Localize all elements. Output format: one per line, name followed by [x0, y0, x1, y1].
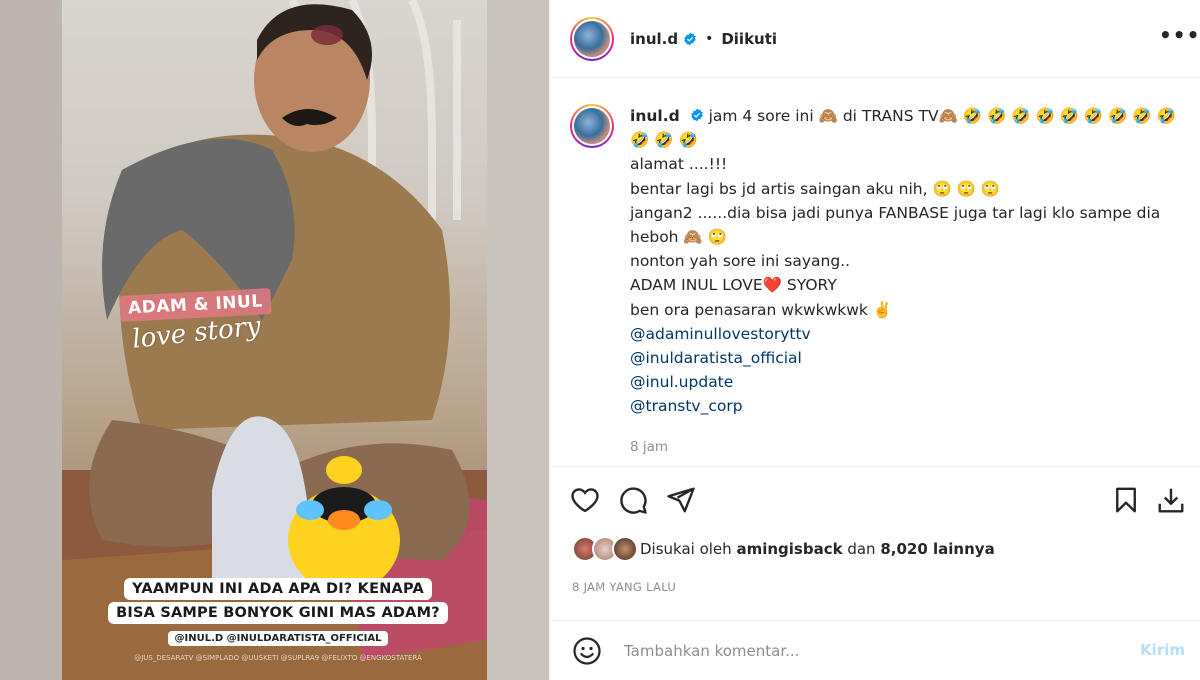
caption-line: nonton yah sore ini sayang.. [630, 252, 851, 271]
likes-summary: Disukai oleh amingisback dan 8,020 lainn… [572, 536, 995, 562]
liker-avatars[interactable] [572, 536, 640, 562]
mention-link[interactable]: @adaminullovestoryttv [630, 322, 1190, 346]
video-caption-tags: @INUL.D @INULDARATISTA_OFFICIAL [168, 631, 388, 646]
caption-line: jam 4 sore ini 🙈 di TRANS TV🙈 🤣 🤣 🤣 🤣 🤣 … [630, 107, 1176, 150]
video-caption: YAAMPUN INI ADA APA DI? KENAPA BISA SAMP… [98, 578, 458, 662]
post-media[interactable]: ADAM & INUL love story YAAMPUN INI ADA A… [0, 0, 549, 680]
comment-icon[interactable] [618, 485, 648, 515]
following-button[interactable]: Diikuti [721, 30, 777, 48]
header-separator: • [705, 30, 714, 47]
mention-link[interactable]: @inul.update [630, 370, 1190, 394]
caption-avatar[interactable] [570, 104, 614, 148]
caption-line: ben ora penasaran wkwkwkwk ✌️ [630, 300, 893, 319]
post-timestamp[interactable]: 8 JAM YANG LALU [572, 580, 676, 594]
comment-input[interactable] [624, 641, 1124, 660]
action-bar [550, 466, 1200, 532]
verified-icon [690, 108, 703, 122]
likes-prefix: Disukai oleh [640, 540, 732, 558]
header-username[interactable]: inul.d [630, 30, 678, 48]
video-caption-credits: @JUS_DESARATV @SIMPLADO @UUSKETI @SUPLRA… [134, 654, 422, 662]
caption-line: ADAM INUL LOVE❤️ SYORY [630, 276, 837, 295]
post-caption: inul.d jam 4 sore ini 🙈 di TRANS TV🙈 🤣 🤣… [570, 104, 1190, 459]
caption-line: alamat ....!!! [630, 155, 728, 174]
avatar[interactable] [570, 16, 614, 61]
video-caption-line-2: BISA SAMPE BONYOK GINI MAS ADAM? [108, 602, 448, 624]
caption-username[interactable]: inul.d [630, 107, 680, 125]
heart-icon[interactable] [570, 485, 600, 515]
media-blur-left [0, 0, 62, 680]
media-blur-right [487, 0, 549, 680]
more-icon[interactable]: ••• [1159, 25, 1199, 50]
caption-line: jangan2 ......dia bisa jadi punya FANBAS… [630, 203, 1161, 247]
caption-relative-time: 8 jam [630, 438, 669, 455]
likes-joiner: dan [847, 540, 876, 558]
mention-link[interactable]: @inuldaratista_official [630, 346, 1190, 370]
bookmark-icon[interactable] [1111, 485, 1141, 515]
post-photo: ADAM & INUL love story YAAMPUN INI ADA A… [62, 0, 487, 680]
mention-link[interactable]: @transtv_corp [630, 394, 1190, 418]
caption-body: inul.d jam 4 sore ini 🙈 di TRANS TV🙈 🤣 🤣… [630, 104, 1190, 459]
download-icon[interactable] [1156, 485, 1186, 515]
likes-count[interactable]: 8,020 lainnya [880, 540, 994, 558]
caption-line: bentar lagi bs jd artis saingan aku nih,… [630, 179, 1001, 198]
post-header: inul.d • Diikuti ••• [550, 0, 1200, 78]
video-caption-line-1: YAAMPUN INI ADA APA DI? KENAPA [124, 578, 432, 600]
liked-by-user[interactable]: amingisback [736, 540, 842, 558]
verified-icon [684, 32, 696, 45]
instagram-post-view: ADAM & INUL love story YAAMPUN INI ADA A… [0, 0, 1200, 680]
post-details-panel: inul.d • Diikuti ••• inul.d jam 4 sore i… [549, 0, 1200, 680]
emoji-icon[interactable] [572, 636, 602, 666]
comment-form: Kirim [550, 620, 1200, 680]
caption-first-line: inul.d jam 4 sore ini 🙈 di TRANS TV🙈 🤣 🤣… [630, 107, 1176, 149]
avatar [612, 536, 638, 562]
post-comment-button[interactable]: Kirim [1140, 641, 1185, 659]
share-icon[interactable] [666, 485, 696, 515]
